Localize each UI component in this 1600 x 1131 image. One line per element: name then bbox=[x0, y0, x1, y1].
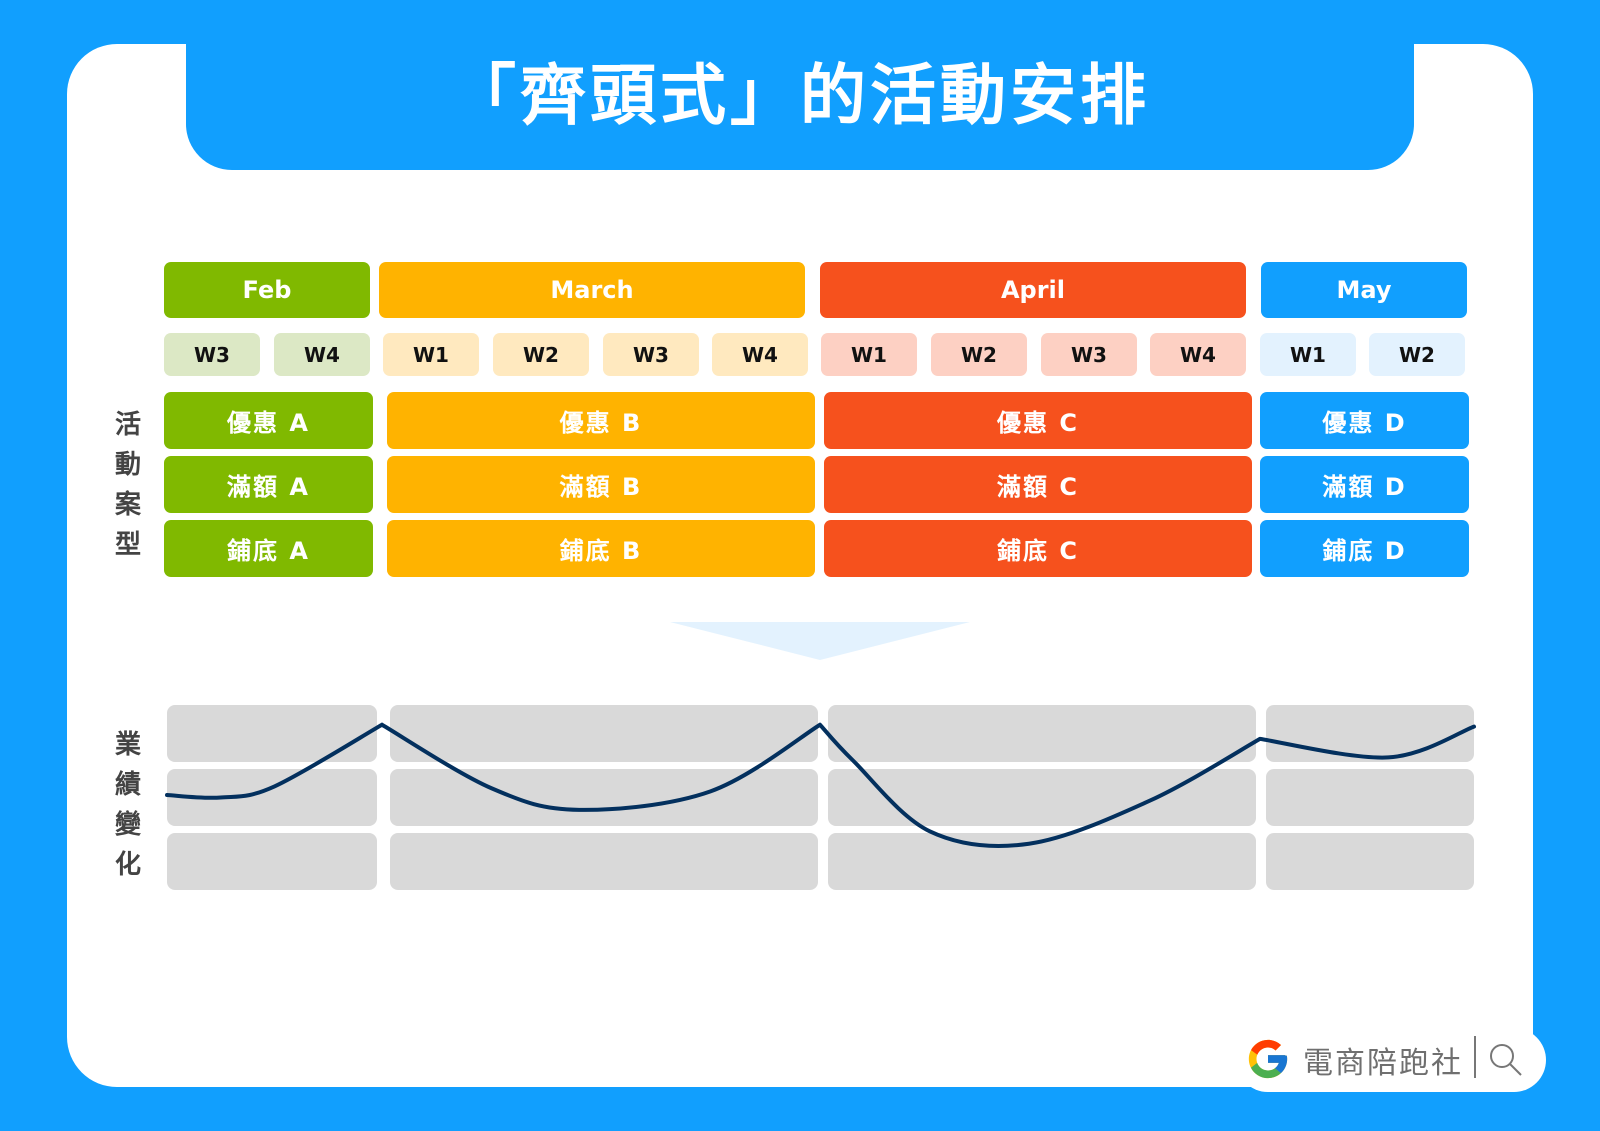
grid-block-feb-3 bbox=[167, 833, 377, 890]
grid-block-feb-1 bbox=[167, 705, 377, 762]
grid-block-may-3 bbox=[1266, 833, 1474, 890]
brand-name: 電商陪跑社 bbox=[1303, 1046, 1463, 1081]
grid-block-may-1 bbox=[1266, 705, 1474, 762]
grid-block-april-1 bbox=[828, 705, 1256, 762]
grid-block-march-2 bbox=[390, 769, 818, 826]
performance-chart bbox=[165, 705, 1476, 890]
search-icon bbox=[1490, 1044, 1522, 1076]
grid-block-march-3 bbox=[390, 833, 818, 890]
grid-block-march-1 bbox=[390, 705, 818, 762]
brand-divider bbox=[1474, 1036, 1476, 1078]
grid-block-may-2 bbox=[1266, 769, 1474, 826]
google-g-icon bbox=[1248, 1039, 1288, 1079]
